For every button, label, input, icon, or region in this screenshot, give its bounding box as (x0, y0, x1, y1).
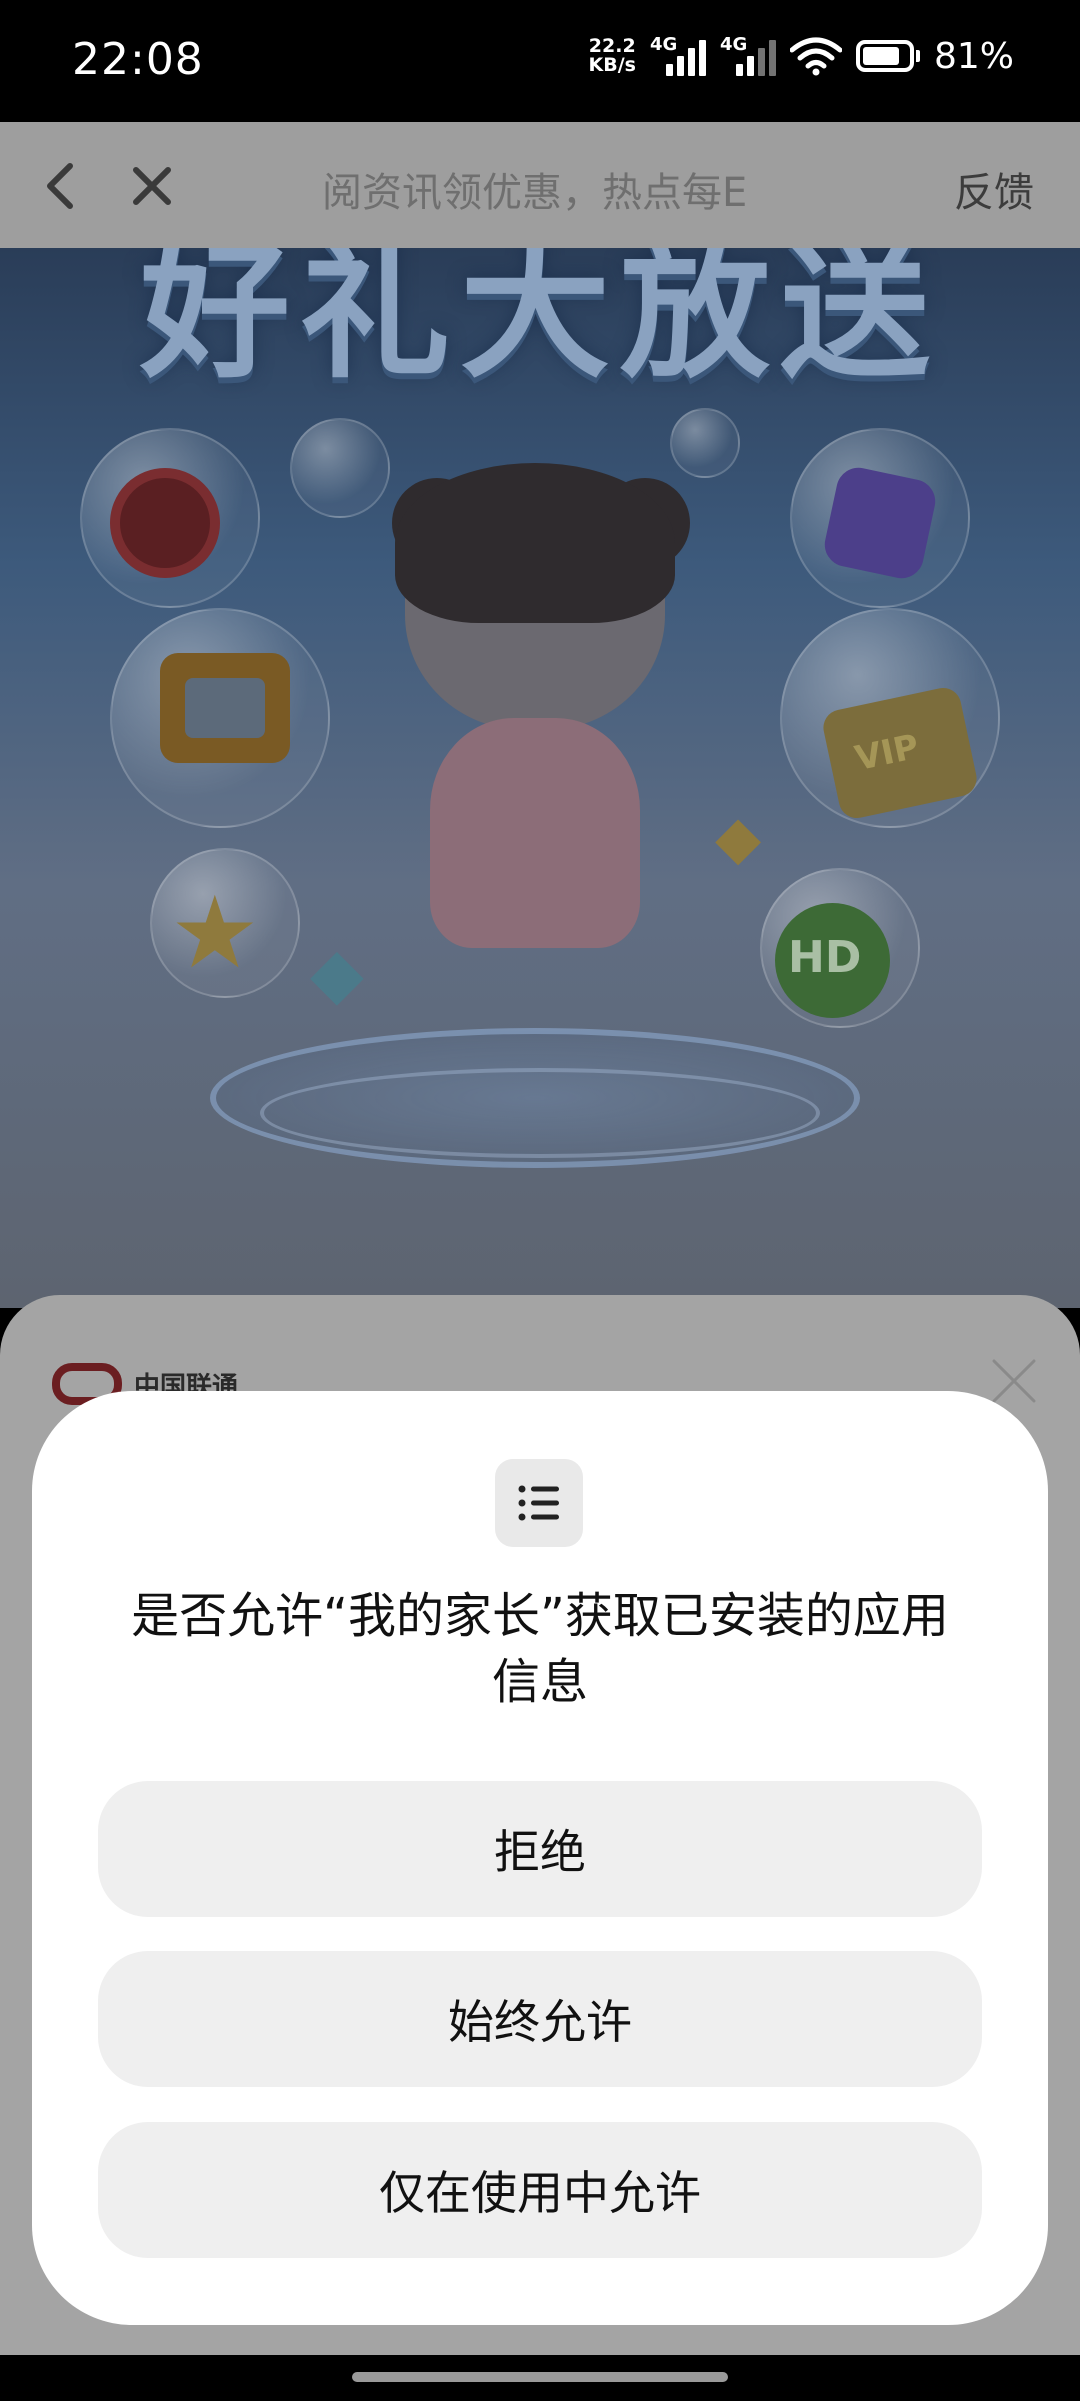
permission-dialog: 是否允许“我的家长”获取已安装的应用信息 拒绝 始终允许 仅在使用中允许 (32, 1391, 1048, 2325)
nav-bar: 阅资讯领优惠，热点每E 反馈 (0, 122, 1080, 248)
close-icon[interactable] (120, 154, 184, 218)
battery-icon (855, 40, 920, 72)
diamond-icon: ◆ (715, 803, 762, 873)
bubble (670, 408, 740, 478)
promo-banner: 好礼大放送 VIP HD ★ ◆ ◆ (0, 248, 1080, 1308)
feedback-button[interactable]: 反馈 (954, 160, 1034, 218)
close-icon[interactable] (986, 1353, 1042, 1409)
home-indicator[interactable] (352, 2372, 728, 2382)
lightning-icon (820, 463, 940, 583)
network-speed: 22.2 KB/s (589, 37, 636, 75)
app-list-icon (495, 1459, 583, 1547)
status-icons: 22.2 KB/s 4G 4G 81% (589, 34, 1014, 78)
platform-ring (260, 1068, 820, 1158)
status-time: 22:08 (72, 34, 204, 85)
wifi-icon (789, 37, 842, 76)
play-icon (185, 678, 265, 738)
character-body (430, 718, 640, 948)
hd-label: HD (788, 932, 862, 983)
bubble (290, 418, 390, 518)
allow-while-using-button[interactable]: 仅在使用中允许 (98, 2122, 982, 2258)
network-speed-unit: KB/s (588, 54, 636, 76)
dialog-title: 是否允许“我的家长”获取已安装的应用信息 (131, 1588, 949, 1710)
banner-title: 好礼大放送 (139, 248, 940, 399)
film-reel-icon (110, 468, 220, 578)
signal-sim1-icon: 4G (650, 34, 706, 78)
page-title: 阅资讯领优惠，热点每E (322, 170, 748, 216)
signal-sim2-icon: 4G (720, 34, 776, 78)
chevron-left-icon[interactable] (30, 154, 94, 218)
diamond-icon: ◆ (310, 932, 364, 1014)
deny-button[interactable]: 拒绝 (98, 1781, 982, 1917)
star-icon: ★ (170, 874, 260, 991)
status-bar: 22:08 22.2 KB/s 4G 4G 81% (0, 0, 1080, 122)
always-allow-button[interactable]: 始终允许 (98, 1951, 982, 2087)
character-hair (395, 463, 675, 623)
battery-percent: 81% (933, 35, 1014, 77)
